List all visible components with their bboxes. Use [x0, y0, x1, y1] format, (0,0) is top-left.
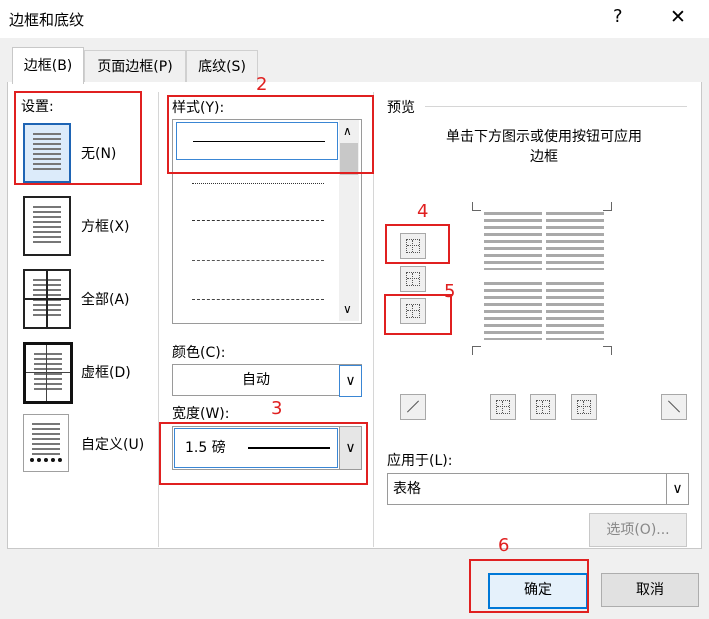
annotation-box — [384, 294, 452, 335]
cancel-button[interactable]: 取消 — [601, 573, 699, 607]
setting-box-icon[interactable] — [23, 196, 71, 256]
tab-shading[interactable]: 底纹(S) — [186, 50, 258, 83]
corner-mark — [603, 202, 612, 211]
annotation-box — [159, 422, 368, 485]
color-value: 自动 — [242, 372, 270, 388]
corner-mark — [472, 202, 481, 211]
scroll-down-icon[interactable]: ∨ — [343, 302, 352, 316]
divider — [425, 106, 687, 107]
color-dropdown[interactable]: 自动 ∨ — [172, 364, 362, 397]
setting-grid-label[interactable]: 虚框(D) — [81, 362, 131, 382]
setting-all-label[interactable]: 全部(A) — [81, 289, 130, 309]
chevron-down-icon[interactable]: ∨ — [666, 474, 688, 504]
title-bar — [0, 0, 709, 38]
border-left-button[interactable] — [490, 394, 516, 420]
diagonal-down-button[interactable] — [661, 394, 687, 420]
border-right-button[interactable] — [571, 394, 597, 420]
apply-label: 应用于(L): — [387, 453, 453, 469]
preview-table-cell[interactable] — [484, 212, 542, 270]
setting-all-icon[interactable] — [23, 269, 71, 329]
annotation-number: 4 — [417, 201, 429, 222]
annotation-box — [14, 91, 142, 185]
style-item-long-dash[interactable] — [192, 260, 324, 261]
diagonal-up-button[interactable] — [400, 394, 426, 420]
annotation-number: 3 — [271, 398, 283, 419]
setting-grid-icon[interactable] — [23, 342, 73, 404]
chevron-down-icon[interactable]: ∨ — [339, 365, 362, 397]
border-inside-h-button[interactable] — [400, 266, 426, 292]
style-item-dashed[interactable] — [192, 220, 324, 221]
apply-dropdown[interactable]: 表格 ∨ — [387, 473, 689, 505]
preview-table-cell[interactable] — [546, 212, 604, 270]
annotation-box — [167, 95, 374, 174]
tab-borders[interactable]: 边框(B) — [12, 47, 84, 84]
corner-mark — [472, 346, 481, 355]
setting-box-label[interactable]: 方框(X) — [81, 216, 130, 236]
annotation-number: 6 — [498, 535, 510, 556]
help-button[interactable]: ? — [613, 6, 623, 27]
apply-value: 表格 — [393, 481, 421, 497]
annotation-box — [469, 559, 589, 613]
corner-mark — [603, 346, 612, 355]
annotation-box — [385, 224, 450, 264]
annotation-number: 5 — [444, 281, 456, 302]
style-item-dash-dot[interactable] — [192, 299, 324, 300]
border-inside-v-button[interactable] — [530, 394, 556, 420]
preview-instruction: 单击下方图示或使用按钮可应用边框 — [446, 129, 642, 165]
dialog-title: 边框和底纹 — [9, 11, 85, 29]
preview-table-cell[interactable] — [484, 282, 542, 340]
setting-custom-icon[interactable] — [23, 414, 69, 472]
width-label: 宽度(W): — [172, 406, 230, 422]
tab-page-borders[interactable]: 页面边框(P) — [84, 50, 186, 83]
style-item-dotted[interactable] — [192, 183, 324, 184]
preview-table-cell[interactable] — [546, 282, 604, 340]
setting-custom-label[interactable]: 自定义(U) — [81, 434, 144, 454]
annotation-number: 2 — [256, 74, 268, 95]
close-button[interactable]: ✕ — [670, 6, 686, 28]
color-label: 颜色(C): — [172, 345, 226, 361]
preview-label: 预览 — [387, 100, 415, 116]
options-button[interactable]: 选项(O)... — [589, 513, 687, 547]
